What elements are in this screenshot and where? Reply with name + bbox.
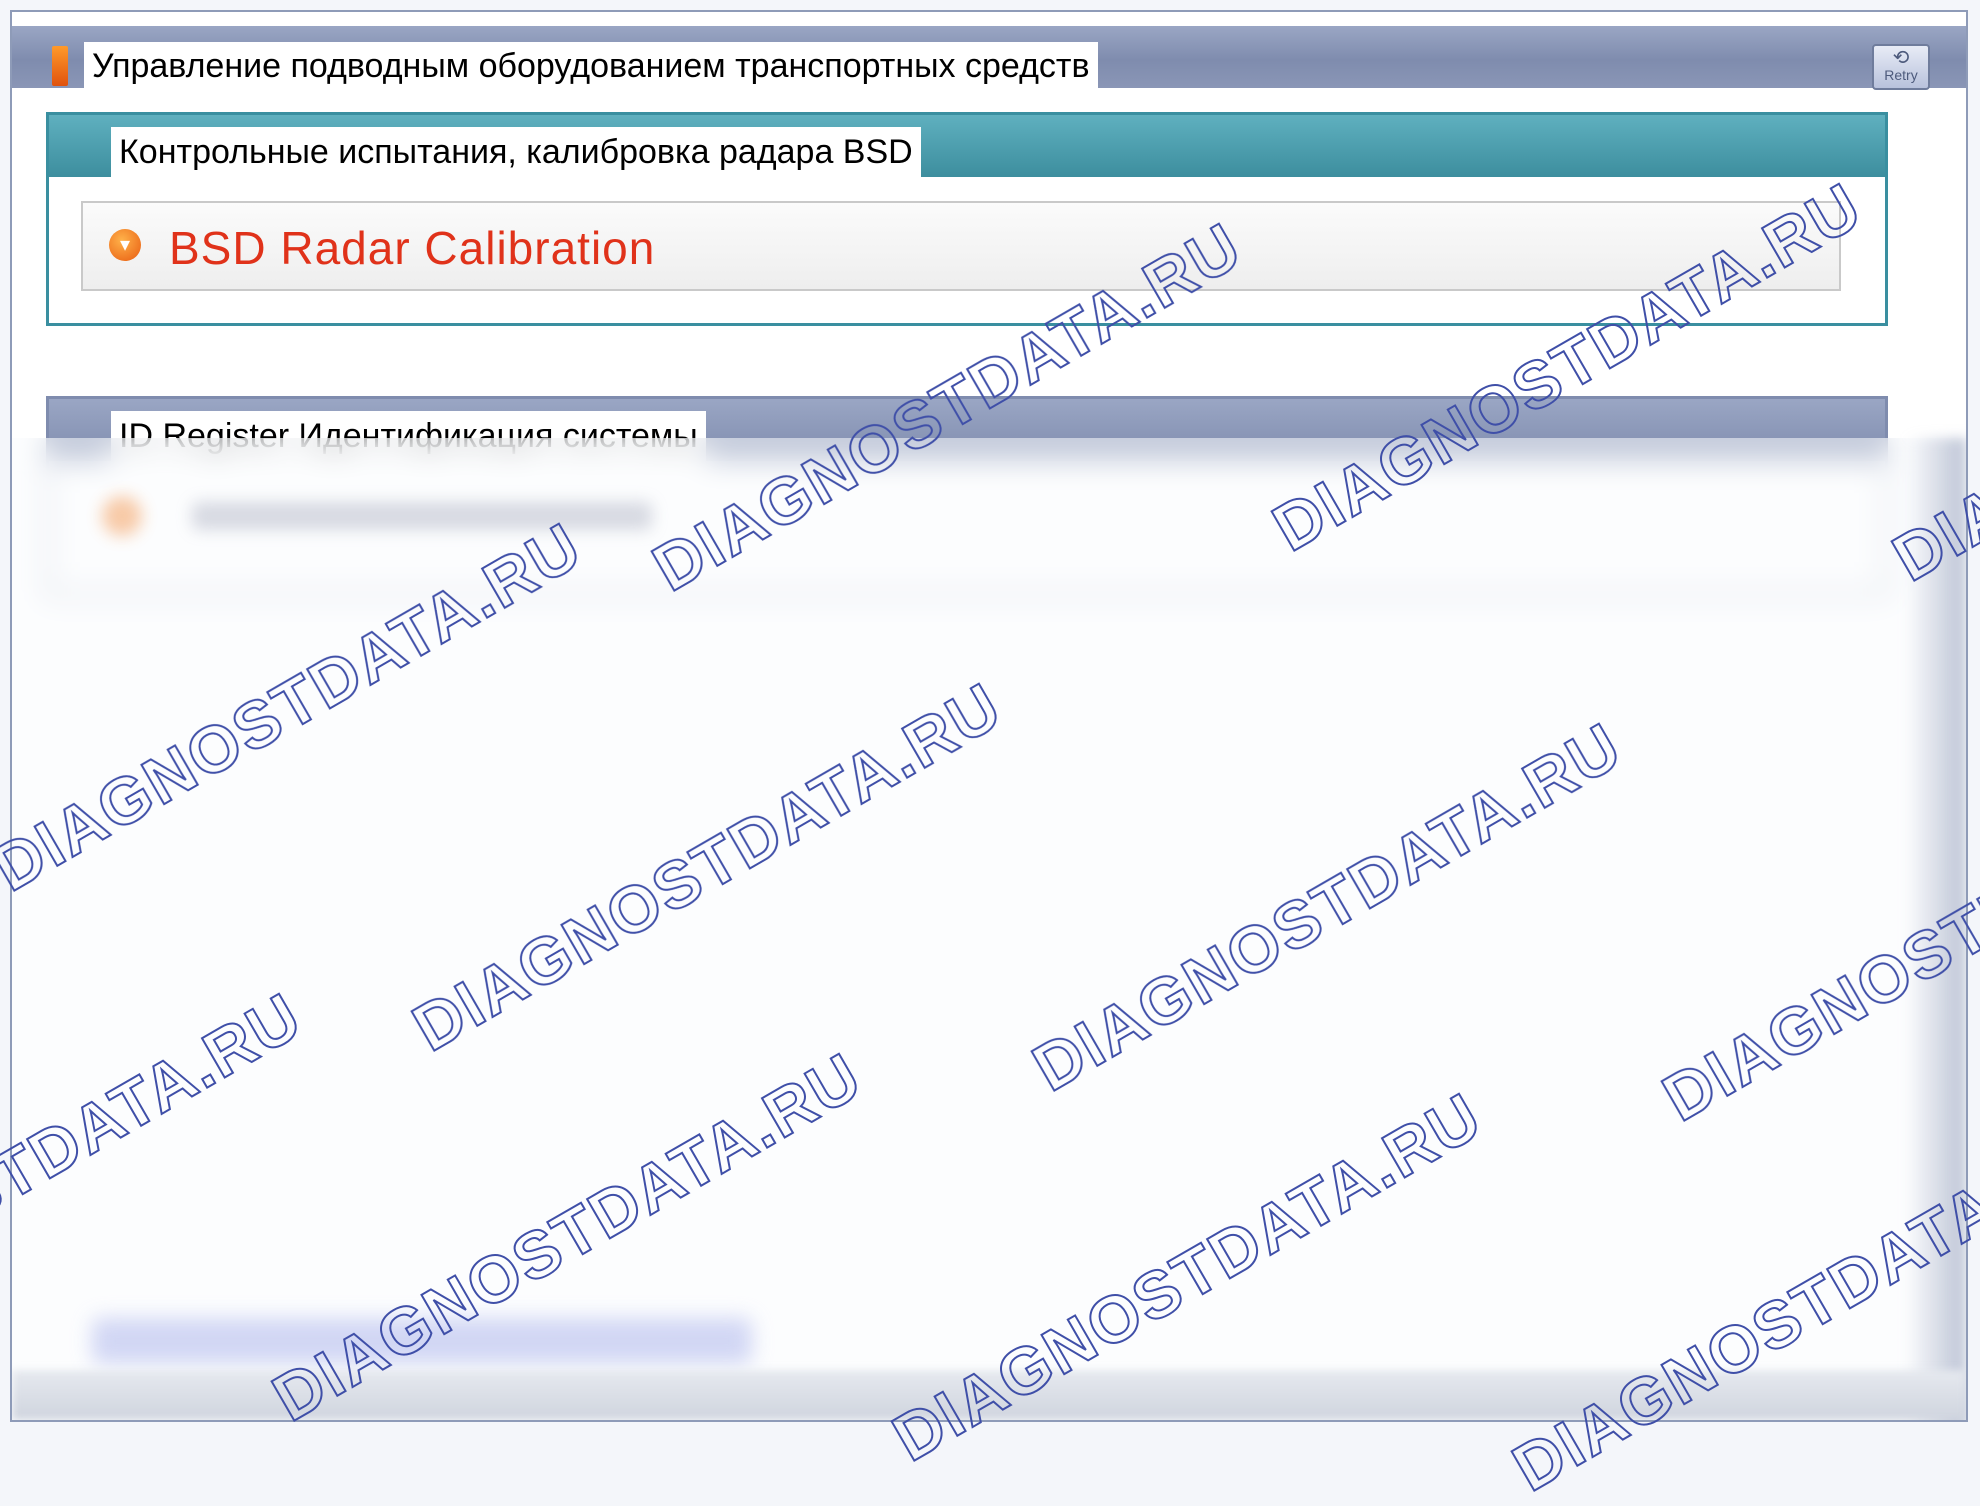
warning-arrow-icon: ▾: [109, 229, 141, 261]
retry-icon: ⟲: [1892, 47, 1910, 69]
blurred-item-icon: [102, 496, 142, 536]
window-titlebar: Управление подводным оборудованием транс…: [12, 26, 1966, 90]
blurred-link: [92, 1318, 752, 1364]
window-title: Управление подводным оборудованием транс…: [84, 42, 1098, 90]
orange-bar-icon: [52, 46, 68, 86]
blurred-item-text: [192, 502, 652, 530]
main-window: Управление подводным оборудованием транс…: [10, 10, 1968, 1422]
bsd-radar-calibration-item[interactable]: ▾ BSD Radar Calibration: [81, 201, 1841, 291]
bsd-radar-calibration-label: BSD Radar Calibration: [169, 222, 656, 274]
calibration-group: Контрольные испытания, калибровка радара…: [46, 112, 1888, 326]
calibration-group-title: Контрольные испытания, калибровка радара…: [111, 127, 921, 177]
blurred-list-item: [82, 458, 1842, 558]
window-edge-shadow: [1906, 438, 1966, 1420]
retry-button[interactable]: ⟲ Retry: [1872, 44, 1930, 90]
blurred-region: [12, 438, 1966, 1420]
calibration-group-header: Контрольные испытания, калибровка радара…: [49, 115, 1885, 177]
retry-label: Retry: [1884, 67, 1918, 83]
bottom-status-bar: [12, 1370, 1966, 1420]
